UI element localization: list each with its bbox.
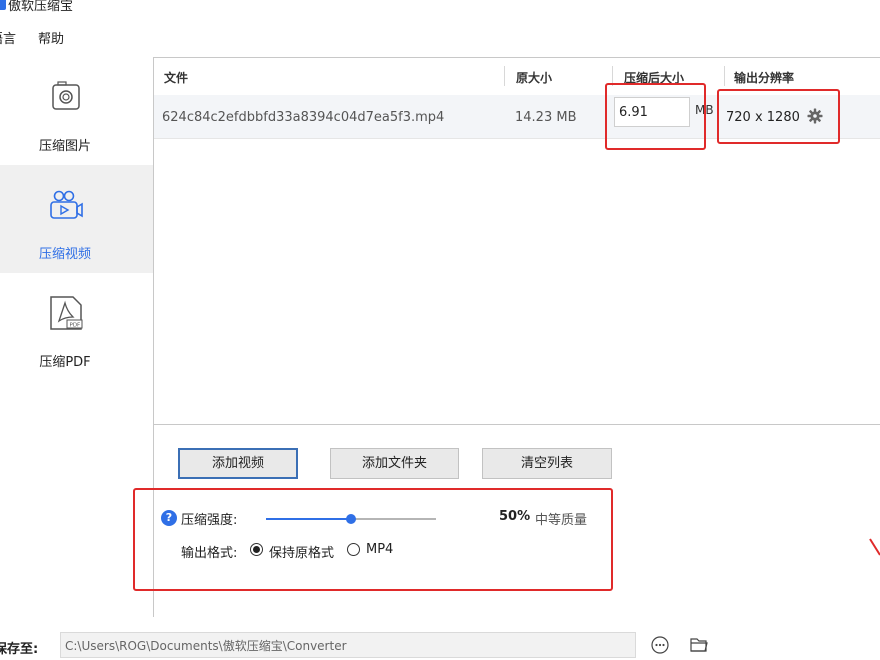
compressed-size-input[interactable] — [614, 97, 690, 127]
column-divider — [724, 66, 725, 86]
camera-icon — [52, 81, 80, 110]
column-divider — [504, 66, 505, 86]
save-path-field[interactable] — [60, 632, 636, 658]
main-panel: 文件 原大小 压缩后大小 输出分辨率 624c84c2efdbbfd33a839… — [153, 57, 880, 617]
column-divider — [612, 66, 613, 86]
sidebar-item-label: 压缩PDF — [39, 355, 91, 370]
column-resolution[interactable]: 输出分辨率 — [734, 69, 794, 86]
format-mp4-label[interactable]: MP4 — [366, 542, 393, 557]
table-row[interactable]: 624c84c2efdbbfd33a8394c04d7ea5f3.mp4 14.… — [154, 95, 880, 139]
file-name: 624c84c2efdbbfd33a8394c04d7ea5f3.mp4 — [162, 110, 445, 125]
sidebar-item-compress-image[interactable]: 压缩图片 — [0, 57, 153, 165]
compression-strength-value: 50% — [499, 509, 531, 524]
add-folder-button[interactable]: 添加文件夹 — [330, 448, 459, 479]
column-compressed-size[interactable]: 压缩后大小 — [624, 69, 684, 86]
sidebar: 压缩图片 压缩视频 PDF 压缩PDF — [0, 57, 153, 617]
size-unit: MB — [695, 103, 714, 117]
more-options-icon[interactable] — [651, 636, 669, 654]
list-divider — [154, 424, 880, 425]
sidebar-item-compress-video[interactable]: 压缩视频 — [0, 165, 153, 273]
table-header: 文件 原大小 压缩后大小 输出分辨率 — [154, 58, 880, 95]
format-original-label[interactable]: 保持原格式 — [269, 542, 334, 561]
format-original-radio[interactable] — [250, 543, 263, 556]
quality-label: 中等质量 — [535, 513, 588, 528]
original-size: 14.23 MB — [515, 110, 577, 125]
sidebar-item-label: 压缩图片 — [38, 139, 91, 154]
title-bar: 傲软压缩宝 — [0, 0, 880, 20]
format-mp4-radio[interactable] — [347, 543, 360, 556]
app-logo-icon — [0, 0, 6, 10]
app-title: 傲软压缩宝 — [8, 0, 74, 14]
save-to-label: 保存至: — [0, 642, 39, 657]
compression-strength-label: 压缩强度: — [181, 513, 238, 528]
gear-icon[interactable] — [807, 108, 823, 124]
output-resolution: 720 x 1280 — [726, 110, 800, 125]
output-format-label: 输出格式: — [181, 546, 238, 561]
pdf-icon: PDF — [50, 296, 83, 330]
sidebar-item-compress-pdf[interactable]: PDF 压缩PDF — [0, 273, 153, 381]
slider-thumb[interactable] — [346, 514, 356, 524]
column-original-size[interactable]: 原大小 — [516, 69, 552, 86]
column-file[interactable]: 文件 — [164, 69, 188, 86]
menu-help[interactable]: 帮助 — [38, 28, 64, 47]
help-icon[interactable]: ? — [161, 510, 177, 526]
add-video-button[interactable]: 添加视频 — [178, 448, 298, 479]
svg-text:PDF: PDF — [70, 323, 81, 329]
folder-icon[interactable] — [690, 637, 708, 653]
video-camera-icon — [50, 190, 83, 219]
menu-language[interactable]: 语言 — [0, 28, 16, 47]
sidebar-item-label: 压缩视频 — [38, 247, 91, 262]
highlight-arrow-mark — [869, 538, 880, 556]
clear-list-button[interactable]: 清空列表 — [482, 448, 612, 479]
compression-strength-slider[interactable] — [266, 514, 436, 524]
slider-fill — [266, 518, 351, 520]
